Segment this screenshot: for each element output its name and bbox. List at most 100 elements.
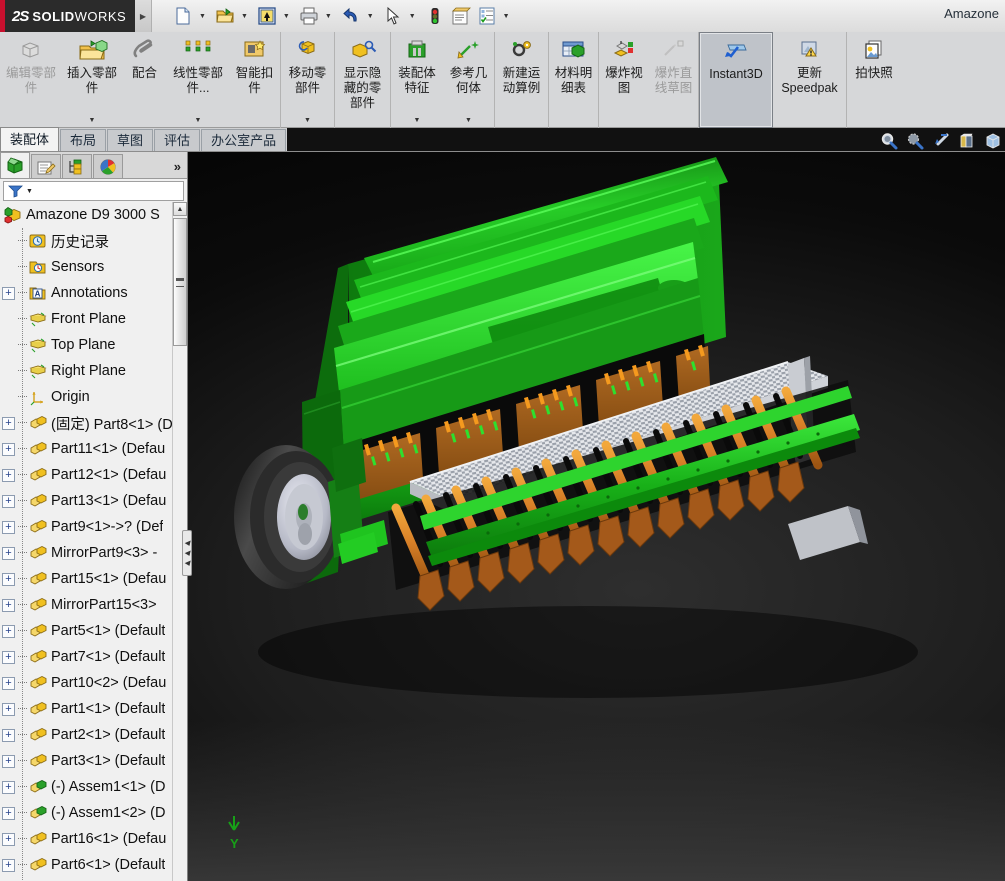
qat-print-button[interactable]: [296, 1, 322, 31]
tree-item-part[interactable]: + Part16<1> (Defau: [0, 826, 173, 852]
tree-expand-toggle[interactable]: +: [2, 677, 15, 690]
tab-evaluate[interactable]: 评估: [154, 129, 200, 151]
zoom-to-fit-icon[interactable]: [879, 131, 899, 151]
tree-item-subassembly[interactable]: + (-) Assem1<1> (D: [0, 774, 173, 800]
tree-item-part[interactable]: + MirrorPart9<3> -: [0, 540, 173, 566]
tree-expand-toggle[interactable]: +: [2, 729, 15, 742]
feature-tree[interactable]: Amazone D9 3000 S 历史记录: [0, 202, 173, 881]
qat-customize-button[interactable]: [474, 1, 500, 31]
tab-assembly[interactable]: 装配体: [0, 127, 59, 151]
tab-office-products[interactable]: 办公室产品: [201, 129, 286, 151]
ribbon-show-hidden-components[interactable]: 显示隐藏的零部件: [335, 32, 391, 128]
qat-rebuild-button[interactable]: [422, 1, 448, 31]
qat-print-caret[interactable]: ▼: [325, 13, 332, 20]
tree-item-part[interactable]: + Part6<1> (Default: [0, 852, 173, 878]
tree-expand-toggle[interactable]: +: [2, 703, 15, 716]
tree-item-right-plane[interactable]: Right Plane: [0, 358, 173, 384]
tree-expand-toggle[interactable]: +: [2, 469, 15, 482]
section-view-icon[interactable]: [957, 131, 977, 151]
scroll-thumb[interactable]: [173, 218, 187, 346]
chevron-down-icon[interactable]: ▼: [195, 117, 202, 124]
qat-customize-caret[interactable]: ▼: [503, 13, 510, 20]
tree-expand-toggle[interactable]: +: [2, 417, 15, 430]
tab-sketch[interactable]: 草图: [107, 129, 153, 151]
tree-root-item[interactable]: Amazone D9 3000 S: [0, 202, 173, 228]
ribbon-explode-line-sketch[interactable]: 爆炸直线草图: [649, 32, 699, 128]
tree-item-part[interactable]: + Part15<1> (Defau: [0, 566, 173, 592]
qat-undo-caret[interactable]: ▼: [367, 13, 374, 20]
tree-item-origin[interactable]: Origin: [0, 384, 173, 410]
ribbon-bill-of-materials[interactable]: 材料明细表: [549, 32, 599, 128]
qat-undo-button[interactable]: [338, 1, 364, 31]
tree-item-sensors[interactable]: Sensors: [0, 254, 173, 280]
ribbon-linear-component-pattern[interactable]: 线性零部件... ▼: [167, 32, 229, 128]
chevron-down-icon[interactable]: ▼: [304, 117, 311, 124]
tree-item-part[interactable]: + Part1<1> (Default: [0, 696, 173, 722]
feature-tree-filter[interactable]: ▼: [3, 181, 184, 201]
filter-caret-icon[interactable]: ▼: [26, 188, 33, 195]
zoom-to-area-icon[interactable]: [905, 131, 925, 151]
tree-expand-toggle[interactable]: +: [2, 495, 15, 508]
tab-overflow-chevron[interactable]: »: [174, 159, 181, 174]
chevron-down-icon[interactable]: ▼: [465, 117, 472, 124]
tree-expand-toggle[interactable]: +: [2, 755, 15, 768]
scroll-up-button[interactable]: ▲: [173, 202, 187, 216]
feature-manager-tab[interactable]: [0, 152, 30, 178]
tab-layout[interactable]: 布局: [60, 129, 106, 151]
tree-expand-toggle[interactable]: +: [2, 807, 15, 820]
ribbon-move-component[interactable]: 移动零部件 ▼: [281, 32, 335, 128]
ribbon-assembly-features[interactable]: 装配体特征 ▼: [391, 32, 443, 128]
tree-item-part[interactable]: + Part9<1>->? (Def: [0, 514, 173, 540]
tree-item-part[interactable]: + MirrorPart15<3>: [0, 592, 173, 618]
previous-view-icon[interactable]: [931, 131, 951, 151]
ribbon-mate[interactable]: 配合: [122, 32, 167, 128]
tree-item-part[interactable]: + Part5<1> (Default: [0, 618, 173, 644]
tree-expand-toggle[interactable]: +: [2, 521, 15, 534]
tree-item-part[interactable]: + Part3<1> (Default: [0, 748, 173, 774]
ribbon-update-speedpak[interactable]: 更新Speedpak: [773, 32, 847, 128]
tree-expand-toggle[interactable]: +: [2, 287, 15, 300]
ribbon-new-motion-study[interactable]: 新建运动算例: [495, 32, 549, 128]
ribbon-edit-component[interactable]: 编辑零部件: [0, 32, 62, 128]
tree-expand-toggle[interactable]: +: [2, 573, 15, 586]
qat-open-caret[interactable]: ▼: [241, 13, 248, 20]
qat-options-button[interactable]: [448, 1, 474, 31]
qat-select-caret[interactable]: ▼: [409, 13, 416, 20]
graphics-viewport[interactable]: Y: [188, 152, 1005, 881]
tree-item-part[interactable]: + (固定) Part8<1> (D: [0, 410, 173, 436]
tree-item-front-plane[interactable]: Front Plane: [0, 306, 173, 332]
tree-expand-toggle[interactable]: +: [2, 833, 15, 846]
panel-splitter-handle[interactable]: ◀ ◀ ◀: [182, 530, 192, 576]
tree-item-part[interactable]: + Part13<1> (Defau: [0, 488, 173, 514]
qat-save-button[interactable]: [254, 1, 280, 31]
ribbon-take-snapshot[interactable]: 拍快照: [847, 32, 901, 128]
ribbon-insert-components[interactable]: 插入零部件 ▼: [62, 32, 122, 128]
menu-expand-arrow[interactable]: ▶: [135, 0, 152, 32]
qat-open-document-button[interactable]: [212, 1, 238, 31]
tree-item-part[interactable]: + Part11<1> (Defau: [0, 436, 173, 462]
tree-item-part[interactable]: + Part7<1> (Default: [0, 644, 173, 670]
qat-save-caret[interactable]: ▼: [283, 13, 290, 20]
qat-new-document-button[interactable]: [170, 1, 196, 31]
tree-item-part[interactable]: + Part2<1> (Default: [0, 722, 173, 748]
tree-expand-toggle[interactable]: +: [2, 547, 15, 560]
tree-item-history[interactable]: 历史记录: [0, 228, 173, 254]
chevron-down-icon[interactable]: ▼: [89, 117, 96, 124]
tree-item-top-plane[interactable]: Top Plane: [0, 332, 173, 358]
qat-select-button[interactable]: [380, 1, 406, 31]
tree-expand-toggle[interactable]: +: [2, 599, 15, 612]
tree-expand-toggle[interactable]: +: [2, 443, 15, 456]
tree-expand-toggle[interactable]: +: [2, 651, 15, 664]
display-manager-tab[interactable]: [93, 154, 123, 178]
view-orientation-icon[interactable]: [983, 131, 1003, 151]
ribbon-smart-fasteners[interactable]: 智能扣件: [229, 32, 281, 128]
tree-expand-toggle[interactable]: +: [2, 781, 15, 794]
ribbon-exploded-view[interactable]: 爆炸视图: [599, 32, 649, 128]
property-manager-tab[interactable]: [31, 154, 61, 178]
qat-new-caret[interactable]: ▼: [199, 13, 206, 20]
tree-item-part[interactable]: + Part12<1> (Defau: [0, 462, 173, 488]
ribbon-instant3d[interactable]: Instant3D: [699, 32, 773, 128]
tree-expand-toggle[interactable]: +: [2, 625, 15, 638]
tree-item-subassembly[interactable]: + (-) Assem1<2> (D: [0, 800, 173, 826]
tree-expand-toggle[interactable]: +: [2, 859, 15, 872]
